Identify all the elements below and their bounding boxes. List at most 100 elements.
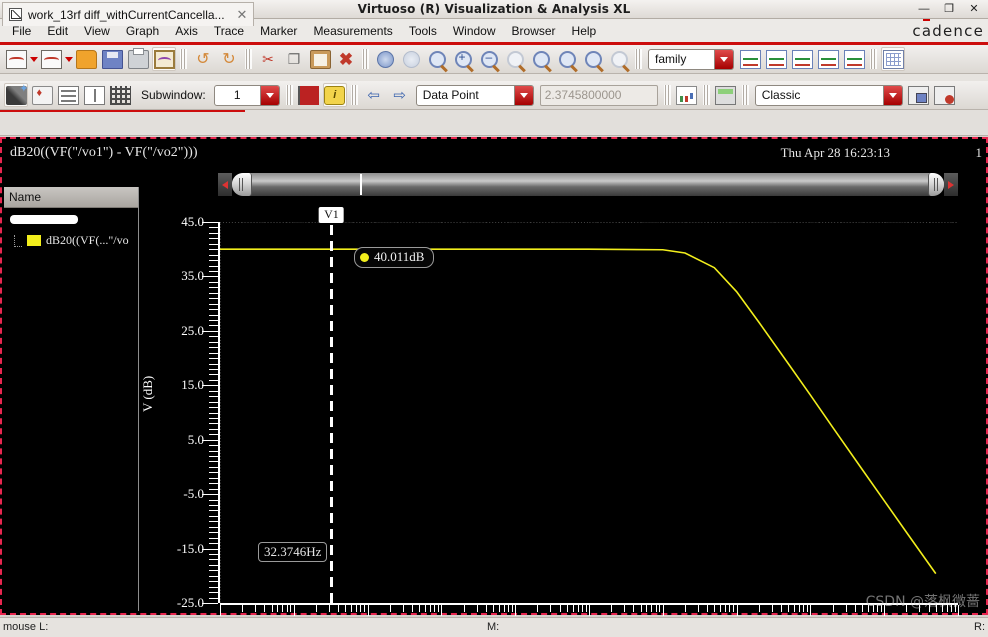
forward-icon[interactable] <box>399 47 423 71</box>
wand-icon[interactable] <box>4 82 28 107</box>
menu-item-marker[interactable]: Marker <box>252 22 305 40</box>
marker-value-label[interactable]: 40.011dB <box>354 247 435 268</box>
print-icon[interactable] <box>126 47 150 71</box>
graph-canvas[interactable]: dB20((VF("/vo1") - VF("/vo2"))) Thu Apr … <box>0 137 988 633</box>
y-tick-label: 35.0 <box>181 268 204 284</box>
swap-axes-icon[interactable] <box>738 47 762 71</box>
new-subwindow-icon[interactable] <box>39 47 63 71</box>
grid-layout-icon[interactable] <box>108 83 132 107</box>
grid-icon[interactable] <box>881 47 905 71</box>
scrollbar-thumb-right[interactable] <box>928 173 944 196</box>
back-icon[interactable] <box>373 47 397 71</box>
menu-item-tools[interactable]: Tools <box>401 22 445 40</box>
style-combo-value: Classic <box>761 88 801 102</box>
zoom-x-icon[interactable] <box>503 47 527 71</box>
toolbar-primary: ↺ ↻ ✂ ❐ ✖ family <box>0 45 988 74</box>
graph-horizontal-scrollbar[interactable] <box>218 173 958 196</box>
tab-work-13rf[interactable]: work_13rf diff_withCurrentCancella... ✕ <box>2 2 255 26</box>
toolbar-secondary: Subwindow: 1 i ⇦ ⇨ Data Point 2.37458000… <box>0 81 988 110</box>
plot-board-icon[interactable] <box>152 47 176 71</box>
rotate-left-icon[interactable] <box>816 47 840 71</box>
open-icon[interactable] <box>74 47 98 71</box>
y-tick-label: -25.0 <box>176 595 204 610</box>
scroll-right-icon[interactable] <box>944 173 958 196</box>
marker-mode-combo[interactable]: Data Point <box>415 84 534 106</box>
style-combo[interactable]: Classic <box>754 84 903 106</box>
y-tick-label: -15.0 <box>176 540 204 556</box>
marker-value-field[interactable]: 2.3745800000 <box>539 84 658 106</box>
undo-icon[interactable]: ↺ <box>191 47 215 71</box>
toolbar-separator <box>285 85 293 105</box>
maximize-icon[interactable]: ❐ <box>943 4 955 15</box>
trace-color-swatch <box>27 235 41 246</box>
paste-icon[interactable] <box>308 47 332 71</box>
status-mouse-right: R: <box>974 621 985 633</box>
delete-icon[interactable]: ✖ <box>334 47 358 71</box>
prev-marker-icon[interactable]: ⇦ <box>362 83 386 107</box>
minimize-icon[interactable]: — <box>918 4 930 15</box>
y-tick-label: 25.0 <box>181 322 204 338</box>
status-mouse-middle: M: <box>487 621 500 633</box>
menu-item-browser[interactable]: Browser <box>504 22 564 40</box>
rows-layout-icon[interactable] <box>56 83 80 107</box>
zoom-area-icon[interactable] <box>529 47 553 71</box>
split-traces-icon[interactable] <box>790 47 814 71</box>
flag-icon[interactable] <box>297 83 321 107</box>
columns-layout-icon[interactable] <box>82 83 106 107</box>
zoom-reset-icon[interactable] <box>607 47 631 71</box>
y-axis[interactable] <box>202 222 220 604</box>
new-subwindow-dropdown-icon[interactable] <box>64 48 73 70</box>
y-axis-title: V (dB) <box>140 375 155 412</box>
zoom-in-icon[interactable] <box>451 47 475 71</box>
zoom-out-icon[interactable] <box>477 47 501 71</box>
save-icon[interactable] <box>100 47 124 71</box>
marker-frequency-label[interactable]: 32.3746Hz <box>258 542 328 562</box>
chevron-down-icon[interactable] <box>882 85 902 105</box>
marker-v1-tag[interactable]: V1 <box>319 207 344 223</box>
overlay-traces-icon[interactable] <box>764 47 788 71</box>
zoom-xy-icon[interactable] <box>581 47 605 71</box>
chevron-down-icon[interactable] <box>714 49 733 69</box>
menu-item-window[interactable]: Window <box>445 22 504 40</box>
toolbar-gap <box>0 74 988 81</box>
new-graph-dropdown-icon[interactable] <box>29 48 38 70</box>
calculator-icon[interactable] <box>714 83 738 107</box>
menu-item-help[interactable]: Help <box>564 22 605 40</box>
copy-icon[interactable]: ❐ <box>282 47 306 71</box>
toolbar-separator <box>635 49 642 69</box>
rotate-right-icon[interactable] <box>842 47 866 71</box>
graph-timestamp: Thu Apr 28 16:23:13 <box>780 145 890 160</box>
toolbar-separator <box>741 85 749 105</box>
toolbar-separator <box>870 49 877 69</box>
tab-label: work_13rf diff_withCurrentCancella... <box>28 7 225 22</box>
x-axis[interactable] <box>220 603 959 617</box>
zoom-y-icon[interactable] <box>555 47 579 71</box>
next-marker-icon[interactable]: ⇨ <box>388 83 412 107</box>
cut-icon[interactable]: ✂ <box>256 47 280 71</box>
histogram-icon[interactable] <box>675 83 699 107</box>
scrollbar-thumb-left[interactable] <box>232 173 252 196</box>
cadence-logo: cadence <box>912 22 984 40</box>
cards-icon[interactable] <box>30 83 54 107</box>
trace-legend-item[interactable]: dB20((VF(..."/vo <box>14 233 138 248</box>
save-style-icon[interactable] <box>907 83 931 107</box>
menu-item-measurements[interactable]: Measurements <box>305 22 400 40</box>
close-icon[interactable]: ✕ <box>968 4 980 15</box>
y-tick-label: 5.0 <box>187 431 204 447</box>
info-icon[interactable]: i <box>322 83 347 107</box>
chevron-down-icon[interactable] <box>259 85 279 105</box>
scroll-left-icon[interactable] <box>218 173 232 196</box>
tab-close-icon[interactable]: ✕ <box>237 7 248 23</box>
family-combo[interactable]: family <box>648 48 734 70</box>
marker-v1-line[interactable] <box>330 222 334 603</box>
scrollbar-trough[interactable] <box>232 173 944 196</box>
redo-icon[interactable]: ↻ <box>217 47 241 71</box>
chevron-down-icon[interactable] <box>513 85 533 105</box>
subwindow-combo[interactable]: 1 <box>213 84 280 106</box>
marker-mode-value: Data Point <box>422 88 479 102</box>
tab-accent-line <box>0 110 245 112</box>
delete-style-icon[interactable] <box>933 83 957 107</box>
toolbar-separator <box>663 85 671 105</box>
zoom-fit-icon[interactable] <box>425 47 449 71</box>
new-graph-icon[interactable] <box>4 47 28 71</box>
